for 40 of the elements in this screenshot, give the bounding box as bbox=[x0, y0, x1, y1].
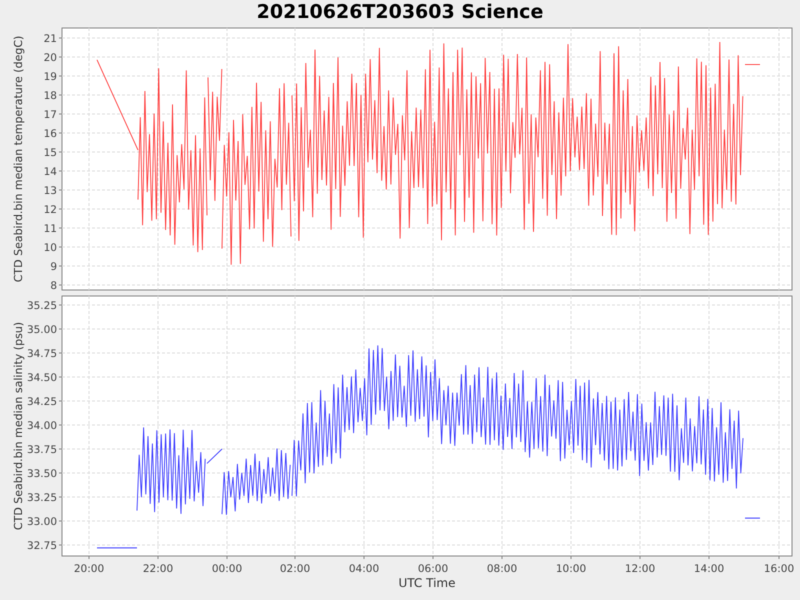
axis-tick-label: 19 bbox=[44, 71, 57, 83]
axis-tick-label: 32.75 bbox=[26, 540, 57, 552]
axis-tick-label: 04:00 bbox=[348, 563, 380, 575]
axis-label: UTC Time bbox=[398, 576, 456, 590]
axis-tick-label: 20 bbox=[44, 52, 57, 64]
axis-tick-label: 12:00 bbox=[624, 563, 656, 575]
axis-tick-label: 35.00 bbox=[26, 324, 57, 336]
axis-tick-label: 14 bbox=[44, 166, 57, 178]
axis-tick-label: 8 bbox=[50, 280, 57, 292]
axis-label: CTD Seabird.bin median temperature (degC) bbox=[12, 36, 25, 282]
axis-tick-label: 34.75 bbox=[26, 348, 57, 360]
axis-tick-label: 14:00 bbox=[694, 563, 724, 575]
axis-tick-label: 02:00 bbox=[280, 563, 310, 575]
axis-tick-label: 21 bbox=[44, 33, 57, 45]
axis-tick-label: 34.50 bbox=[26, 372, 57, 384]
axis-tick-label: 33.50 bbox=[26, 468, 57, 480]
axis-tick-label: 33.75 bbox=[26, 444, 57, 456]
axis-tick-label: 20:00 bbox=[74, 563, 104, 575]
axis-tick-label: 16:00 bbox=[764, 563, 794, 575]
axis-tick-label: 18 bbox=[44, 90, 57, 102]
axis-tick-label: 11 bbox=[44, 223, 57, 235]
axis-tick-label: 10:00 bbox=[556, 563, 586, 575]
axis-tick-label: 33.25 bbox=[26, 492, 57, 504]
axis-tick-label: 08:00 bbox=[486, 563, 518, 575]
axis-tick-label: 22:00 bbox=[142, 563, 174, 575]
axis-tick-label: 35.25 bbox=[26, 300, 57, 312]
axis-tick-label: 9 bbox=[50, 261, 57, 273]
axis-tick-label: 34.25 bbox=[26, 396, 57, 408]
axis-tick-label: 10 bbox=[44, 242, 57, 254]
axis-label: CTD Seabird.bin median salinity (psu) bbox=[12, 322, 25, 530]
axis-tick-label: 34.00 bbox=[26, 420, 57, 432]
axis-tick-label: 16 bbox=[44, 128, 57, 140]
axis-tick-label: 13 bbox=[44, 185, 57, 197]
axis-tick-label: 33.00 bbox=[26, 516, 57, 528]
axis-tick-label: 06:00 bbox=[418, 563, 448, 575]
axis-tick-label: 17 bbox=[44, 109, 57, 121]
axis-tick-label: 12 bbox=[44, 204, 57, 216]
axis-tick-label: 00:00 bbox=[212, 563, 242, 575]
axis-tick-label: 15 bbox=[44, 147, 57, 159]
chart-title: 20210626T203603 Science bbox=[256, 0, 544, 24]
